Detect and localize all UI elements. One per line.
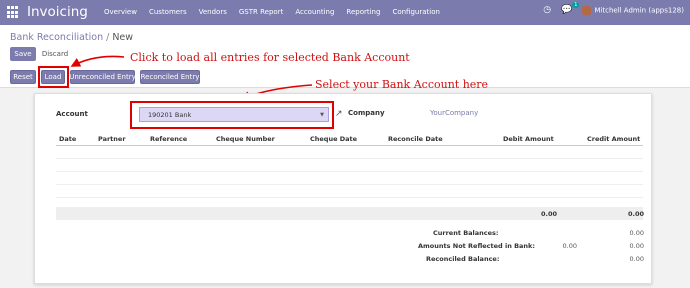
menu-configuration[interactable]: Configuration [392,8,439,16]
col-credit-amount[interactable]: Credit Amount [587,135,640,143]
load-hint-annotation: Click to load all entries for selected B… [130,51,410,64]
not-reflected-credit: 0.00 [629,242,644,250]
col-reference[interactable]: Reference [150,135,187,143]
not-reflected-label: Amounts Not Reflected in Bank: [418,242,535,250]
table-row [56,185,643,198]
messages-icon[interactable]: 💬 1 [561,2,580,15]
col-cheque-date[interactable]: Cheque Date [310,135,357,143]
reconciled-entry-button[interactable]: Reconciled Entry [140,70,200,84]
col-debit-amount[interactable]: Debit Amount [503,135,554,143]
col-reconcile-date[interactable]: Reconcile Date [388,135,443,143]
reconciled-balance-value: 0.00 [629,255,644,263]
breadcrumb-parent[interactable]: Bank Reconciliation [10,32,103,43]
breadcrumb-separator: / [106,32,110,43]
table-row [56,159,643,172]
menu-customers[interactable]: Customers [149,8,187,16]
table-header: Date Partner Reference Cheque Number Che… [56,132,643,146]
current-balances-label: Current Balances: [433,229,499,237]
statement-table: Date Partner Reference Cheque Number Che… [56,132,643,198]
not-reflected-debit: 0.00 [562,242,577,250]
account-label: Account [56,110,88,118]
menu-gstr-report[interactable]: GSTR Report [239,8,283,16]
messages-badge: 1 [572,2,580,8]
current-balances-value: 0.00 [629,229,644,237]
account-hint-annotation: Select your Bank Account here [315,78,489,91]
user-menu[interactable]: Mitchell Admin (apps128) [582,5,684,15]
discard-button[interactable]: Discard [40,47,70,61]
menu-reporting[interactable]: Reporting [346,8,380,16]
account-select-value: 190201 Bank [148,110,192,119]
unreconciled-entry-button[interactable]: Unreconciled Entry [69,70,136,84]
reset-button[interactable]: Reset [10,70,36,84]
menu-accounting[interactable]: Accounting [295,8,334,16]
credit-total: 0.00 [628,210,645,218]
col-partner[interactable]: Partner [98,135,126,143]
apps-grid-icon[interactable] [7,6,20,19]
menu-vendors[interactable]: Vendors [199,8,227,16]
debit-total: 0.00 [541,210,558,218]
company-value[interactable]: YourCompany [430,109,478,117]
table-row [56,172,643,185]
clock-icon[interactable]: ◷ [543,5,551,15]
user-name: Mitchell Admin (apps128) [594,6,684,14]
external-link-icon[interactable]: ↗ [335,109,343,119]
chevron-down-icon: ▼ [320,112,324,118]
breadcrumb: Bank Reconciliation / New [10,32,133,43]
main-menu: Overview Customers Vendors GSTR Report A… [104,8,440,16]
menu-overview[interactable]: Overview [104,8,137,16]
load-highlight-box [38,66,69,88]
table-footer: 0.00 0.00 [56,207,645,220]
save-button[interactable]: Save [10,47,36,61]
company-label: Company [348,109,385,117]
col-cheque-number[interactable]: Cheque Number [216,135,275,143]
reconciled-balance-label: Reconciled Balance: [426,255,500,263]
col-date[interactable]: Date [59,135,76,143]
account-select[interactable]: 190201 Bank ▼ [139,107,329,122]
top-navbar: Invoicing Overview Customers Vendors GST… [0,0,690,25]
form-sheet: Account 190201 Bank ▼ ↗ Company YourComp… [34,93,652,284]
avatar [582,5,592,15]
breadcrumb-current: New [112,32,134,43]
app-title: Invoicing [27,4,88,20]
table-row [56,146,643,159]
